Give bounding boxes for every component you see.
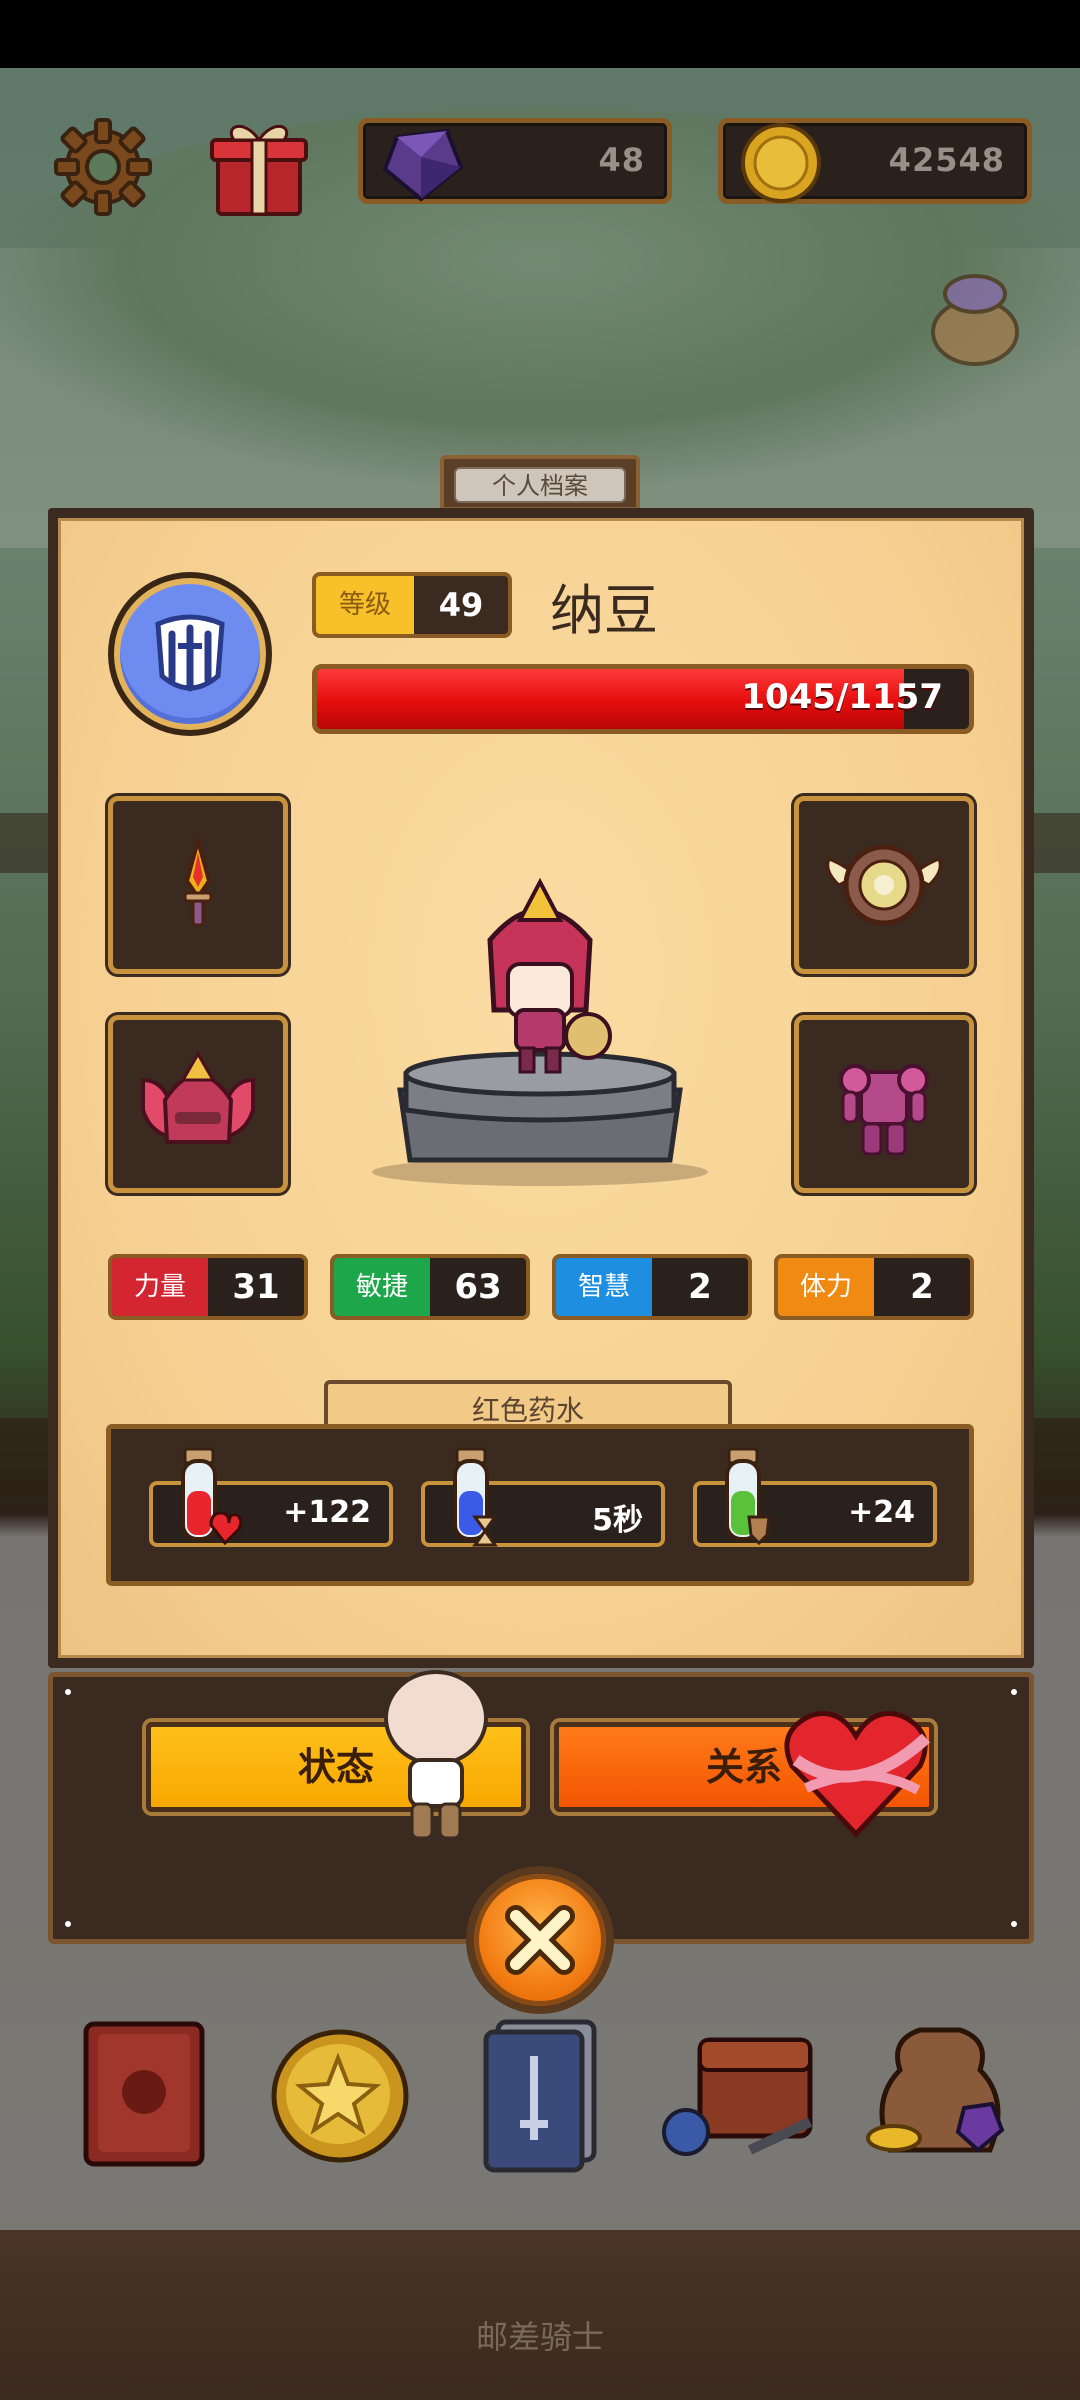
profile-tab-label: 个人档案: [454, 467, 626, 503]
stat-strength-label: 力量: [112, 1258, 208, 1316]
coin-count: 42548: [888, 141, 1005, 179]
helmet-slot[interactable]: [108, 1015, 288, 1193]
shield-sword-icon: [120, 584, 260, 724]
stat-strength: 力量 31: [108, 1254, 308, 1320]
class-emblem: [108, 572, 272, 736]
winged-helmet-icon: [141, 1050, 255, 1144]
potion-defense: +24: [693, 1447, 937, 1547]
hero-pedestal: [370, 860, 710, 1190]
treasure-sack-icon[interactable]: [860, 2000, 1010, 2180]
close-button[interactable]: [466, 1866, 614, 2014]
potion-duration-value: 5秒: [592, 1503, 643, 1538]
armor-slot[interactable]: [794, 1015, 974, 1193]
adventure-bag-icon[interactable]: [660, 2000, 813, 2180]
coin-counter[interactable]: 42548: [718, 118, 1032, 204]
stat-wisdom: 智慧 2: [552, 1254, 752, 1320]
npc-character: [376, 1668, 496, 1848]
stat-agility-label: 敏捷: [334, 1258, 430, 1316]
potion-defense-value: +24: [848, 1495, 915, 1530]
profile-tab: 个人档案: [440, 455, 640, 511]
gift-box-icon[interactable]: [204, 112, 314, 222]
gem-count: 48: [598, 141, 645, 179]
level-value: 49: [438, 586, 484, 624]
gem-counter[interactable]: 48: [358, 118, 672, 204]
red-potion-heart-icon: [163, 1443, 243, 1553]
potion-panel: +122 5秒 +24: [106, 1424, 974, 1586]
stat-agility: 敏捷 63: [330, 1254, 530, 1320]
relation-button-label: 关系: [705, 1745, 782, 1789]
blue-potion-hourglass-icon: [435, 1443, 515, 1553]
stat-agility-value: 63: [454, 1267, 502, 1307]
hp-bar: 1045/1157: [312, 664, 974, 734]
armor-suit-icon: [839, 1064, 929, 1156]
weapon-slot[interactable]: [108, 796, 288, 974]
green-potion-shield-icon: [707, 1443, 787, 1553]
dagger-icon: [183, 833, 213, 927]
journal-book-icon[interactable]: [70, 2000, 220, 2180]
purple-gem-icon: [377, 117, 467, 207]
potion-duration: 5秒: [421, 1447, 665, 1547]
stat-stamina-value: 2: [910, 1267, 934, 1307]
round-shield-icon: [826, 844, 942, 926]
hero-name: 纳豆: [550, 579, 658, 642]
close-icon: [474, 1874, 606, 2006]
level-label: 等级: [316, 576, 414, 634]
shield-slot[interactable]: [794, 796, 974, 974]
level-badge: 等级 49: [312, 572, 512, 638]
star-medal-icon[interactable]: [264, 2000, 414, 2180]
stat-wisdom-label: 智慧: [556, 1258, 652, 1316]
game-title: 邮差骑士: [475, 2318, 604, 2356]
stat-stamina: 体力 2: [774, 1254, 974, 1320]
settings-gear-icon[interactable]: [48, 112, 158, 222]
stat-stamina-label: 体力: [778, 1258, 874, 1316]
hero-character: [487, 877, 612, 1074]
heart-icon: [776, 1702, 936, 1842]
potion-heal-value: +122: [283, 1495, 371, 1530]
gold-coin-icon: [737, 117, 827, 207]
status-button-label: 状态: [297, 1745, 374, 1789]
item-bag-icon[interactable]: [920, 262, 1030, 372]
stat-strength-value: 31: [232, 1267, 280, 1307]
status-bar: [0, 0, 1080, 68]
sword-cards-icon[interactable]: [466, 2000, 616, 2180]
hp-value: 1045/1157: [741, 677, 943, 717]
stat-wisdom-value: 2: [688, 1267, 712, 1307]
potion-heal: +122: [149, 1447, 393, 1547]
